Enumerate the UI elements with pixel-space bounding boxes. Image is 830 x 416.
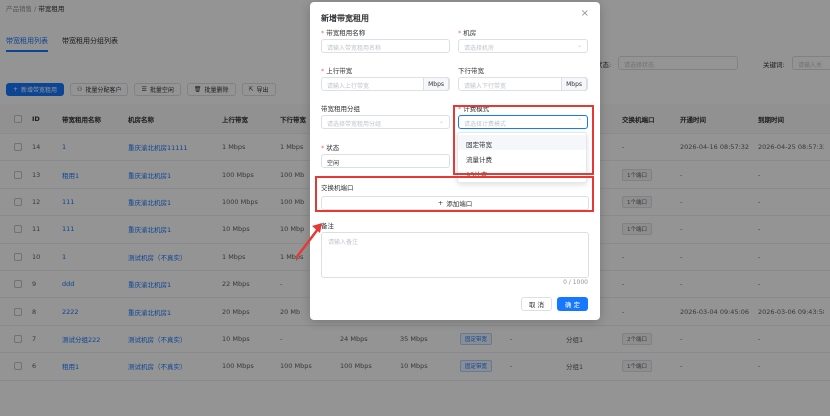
annotation-arrow (295, 223, 322, 259)
